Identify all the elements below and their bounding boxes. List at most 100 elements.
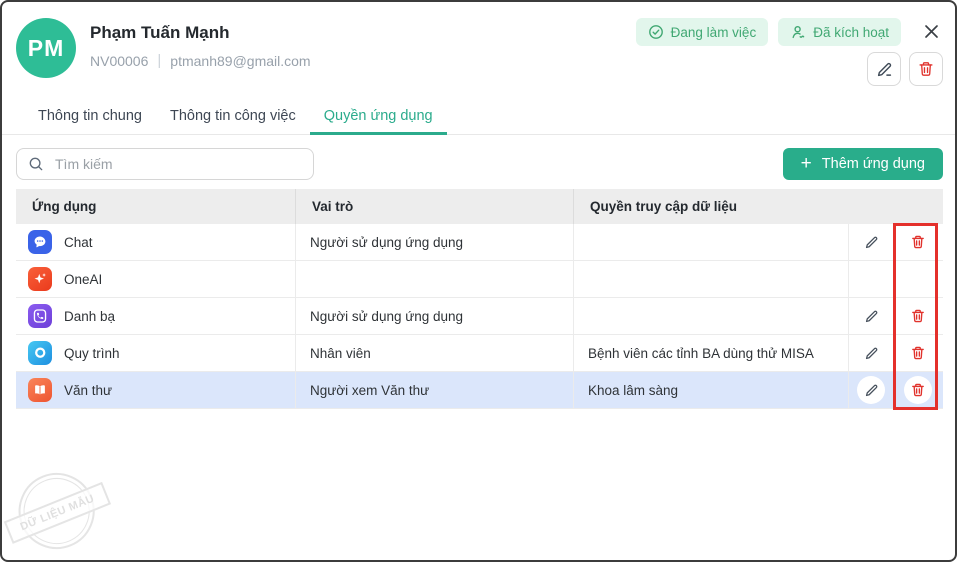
data-access-cell: Bệnh viên các tỉnh BA dùng thử MISA bbox=[573, 335, 848, 371]
dialog-header: PM Phạm Tuấn Mạnh NV00006 | ptmanh89@gma… bbox=[2, 2, 955, 86]
applications-table: Ứng dụng Vai trò Quyền truy cập dữ liệu … bbox=[16, 189, 943, 410]
column-header-role: Vai trò bbox=[295, 189, 573, 224]
data-access-cell bbox=[573, 298, 848, 334]
stamp-ring bbox=[7, 461, 107, 560]
process-app-icon bbox=[28, 341, 52, 365]
edit-cell bbox=[848, 372, 893, 408]
row-edit-button[interactable] bbox=[857, 339, 885, 367]
add-application-button[interactable]: + Thêm ứng dụng bbox=[782, 148, 943, 180]
avatar: PM bbox=[16, 18, 76, 78]
sample-data-watermark: DỮ LIỆU MẪU bbox=[2, 453, 124, 560]
app-name: OneAI bbox=[64, 271, 103, 287]
edit-employee-button[interactable] bbox=[867, 52, 901, 86]
add-application-label: Thêm ứng dụng bbox=[821, 156, 925, 172]
tab-app-permissions[interactable]: Quyền ứng dụng bbox=[309, 99, 447, 135]
subline-separator: | bbox=[157, 52, 162, 69]
role-cell: Người xem Văn thư bbox=[295, 372, 573, 408]
column-header-data-access: Quyền truy cập dữ liệu bbox=[573, 189, 848, 224]
app-cell: Quy trình bbox=[16, 335, 295, 371]
row-edit-button[interactable] bbox=[857, 302, 885, 330]
identity-block: Phạm Tuấn Mạnh NV00006 | ptmanh89@gmail.… bbox=[90, 18, 311, 69]
row-delete-button[interactable] bbox=[904, 302, 932, 330]
app-cell: Danh bạ bbox=[16, 298, 295, 334]
trash-icon bbox=[910, 345, 926, 361]
contacts-app-icon bbox=[28, 304, 52, 328]
edit-cell bbox=[848, 261, 893, 297]
role-cell bbox=[295, 261, 573, 297]
table-row[interactable]: Văn thư Người xem Văn thư Khoa lâm sàng bbox=[16, 372, 943, 409]
app-name: Văn thư bbox=[64, 382, 113, 398]
role-cell: Người sử dụng ứng dụng bbox=[295, 224, 573, 260]
edit-cell bbox=[848, 224, 893, 260]
chat-app-icon bbox=[28, 230, 52, 254]
delete-cell bbox=[893, 224, 941, 260]
tab-job-info[interactable]: Thông tin công việc bbox=[156, 99, 310, 134]
tab-bar: Thông tin chung Thông tin công việc Quyề… bbox=[2, 99, 955, 135]
stamp-banner: DỮ LIỆU MẪU bbox=[3, 481, 112, 544]
pencil-icon bbox=[875, 60, 894, 79]
edit-cell bbox=[848, 335, 893, 371]
tab-general-info[interactable]: Thông tin chung bbox=[24, 99, 156, 134]
table-row[interactable]: Chat Người sử dụng ứng dụng bbox=[16, 224, 943, 261]
column-header-app: Ứng dụng bbox=[32, 199, 97, 214]
column-header-delete bbox=[893, 189, 941, 224]
data-access-cell bbox=[573, 224, 848, 260]
employee-subline: NV00006 | ptmanh89@gmail.com bbox=[90, 52, 311, 69]
check-circle-icon bbox=[648, 24, 664, 40]
working-status-badge: Đang làm việc bbox=[635, 18, 769, 46]
toolbar: + Thêm ứng dụng bbox=[16, 148, 943, 180]
status-badges-row: Đang làm việc Đã kích hoạt bbox=[635, 18, 943, 46]
delete-employee-button[interactable] bbox=[909, 52, 943, 86]
activated-status-label: Đã kích hoạt bbox=[813, 24, 889, 40]
pencil-icon bbox=[863, 382, 880, 399]
trash-icon bbox=[910, 308, 926, 324]
role-cell: Nhân viên bbox=[295, 335, 573, 371]
trash-icon bbox=[910, 234, 926, 250]
app-cell: Văn thư bbox=[16, 372, 295, 408]
person-active-icon bbox=[790, 24, 806, 40]
search-box[interactable] bbox=[16, 148, 314, 180]
data-access-cell: Khoa lâm sàng bbox=[573, 372, 848, 408]
pencil-icon bbox=[863, 308, 880, 325]
app-name: Chat bbox=[64, 234, 93, 250]
pencil-icon bbox=[863, 234, 880, 251]
plus-icon: + bbox=[800, 153, 812, 174]
employee-detail-dialog: PM Phạm Tuấn Mạnh NV00006 | ptmanh89@gma… bbox=[0, 0, 957, 562]
activated-status-badge: Đã kích hoạt bbox=[778, 18, 901, 46]
close-icon bbox=[924, 24, 939, 39]
search-icon bbox=[28, 156, 44, 172]
employee-code: NV00006 bbox=[90, 52, 149, 69]
column-header-edit bbox=[848, 189, 893, 224]
row-edit-button[interactable] bbox=[857, 376, 885, 404]
employee-email: ptmanh89@gmail.com bbox=[170, 52, 311, 69]
table-body: Chat Người sử dụng ứng dụng OneAI Danh b… bbox=[16, 224, 943, 409]
pencil-icon bbox=[863, 345, 880, 362]
app-name: Quy trình bbox=[64, 345, 120, 361]
working-status-label: Đang làm việc bbox=[670, 24, 757, 40]
row-delete-button[interactable] bbox=[904, 339, 932, 367]
delete-cell bbox=[893, 335, 941, 371]
data-access-cell bbox=[573, 261, 848, 297]
table-row[interactable]: Danh bạ Người sử dụng ứng dụng bbox=[16, 298, 943, 335]
oneai-app-icon bbox=[28, 267, 52, 291]
employee-name: Phạm Tuấn Mạnh bbox=[90, 23, 230, 42]
vanthu-app-icon bbox=[28, 378, 52, 402]
app-cell: Chat bbox=[16, 224, 295, 260]
delete-cell bbox=[893, 372, 941, 408]
role-cell: Người sử dụng ứng dụng bbox=[295, 298, 573, 334]
table-row[interactable]: Quy trình Nhân viên Bệnh viên các tỉnh B… bbox=[16, 335, 943, 372]
delete-cell bbox=[893, 298, 941, 334]
app-cell: OneAI bbox=[16, 261, 295, 297]
table-header-row: Ứng dụng Vai trò Quyền truy cập dữ liệu bbox=[16, 189, 943, 224]
search-input[interactable] bbox=[53, 155, 302, 173]
row-edit-button[interactable] bbox=[857, 228, 885, 256]
trash-icon bbox=[910, 382, 926, 398]
row-delete-button[interactable] bbox=[904, 228, 932, 256]
row-delete-button[interactable] bbox=[903, 376, 932, 404]
edit-cell bbox=[848, 298, 893, 334]
close-button[interactable] bbox=[919, 19, 943, 43]
trash-icon bbox=[917, 60, 935, 78]
header-actions-row bbox=[867, 52, 943, 86]
app-name: Danh bạ bbox=[64, 308, 116, 324]
table-row[interactable]: OneAI bbox=[16, 261, 943, 298]
